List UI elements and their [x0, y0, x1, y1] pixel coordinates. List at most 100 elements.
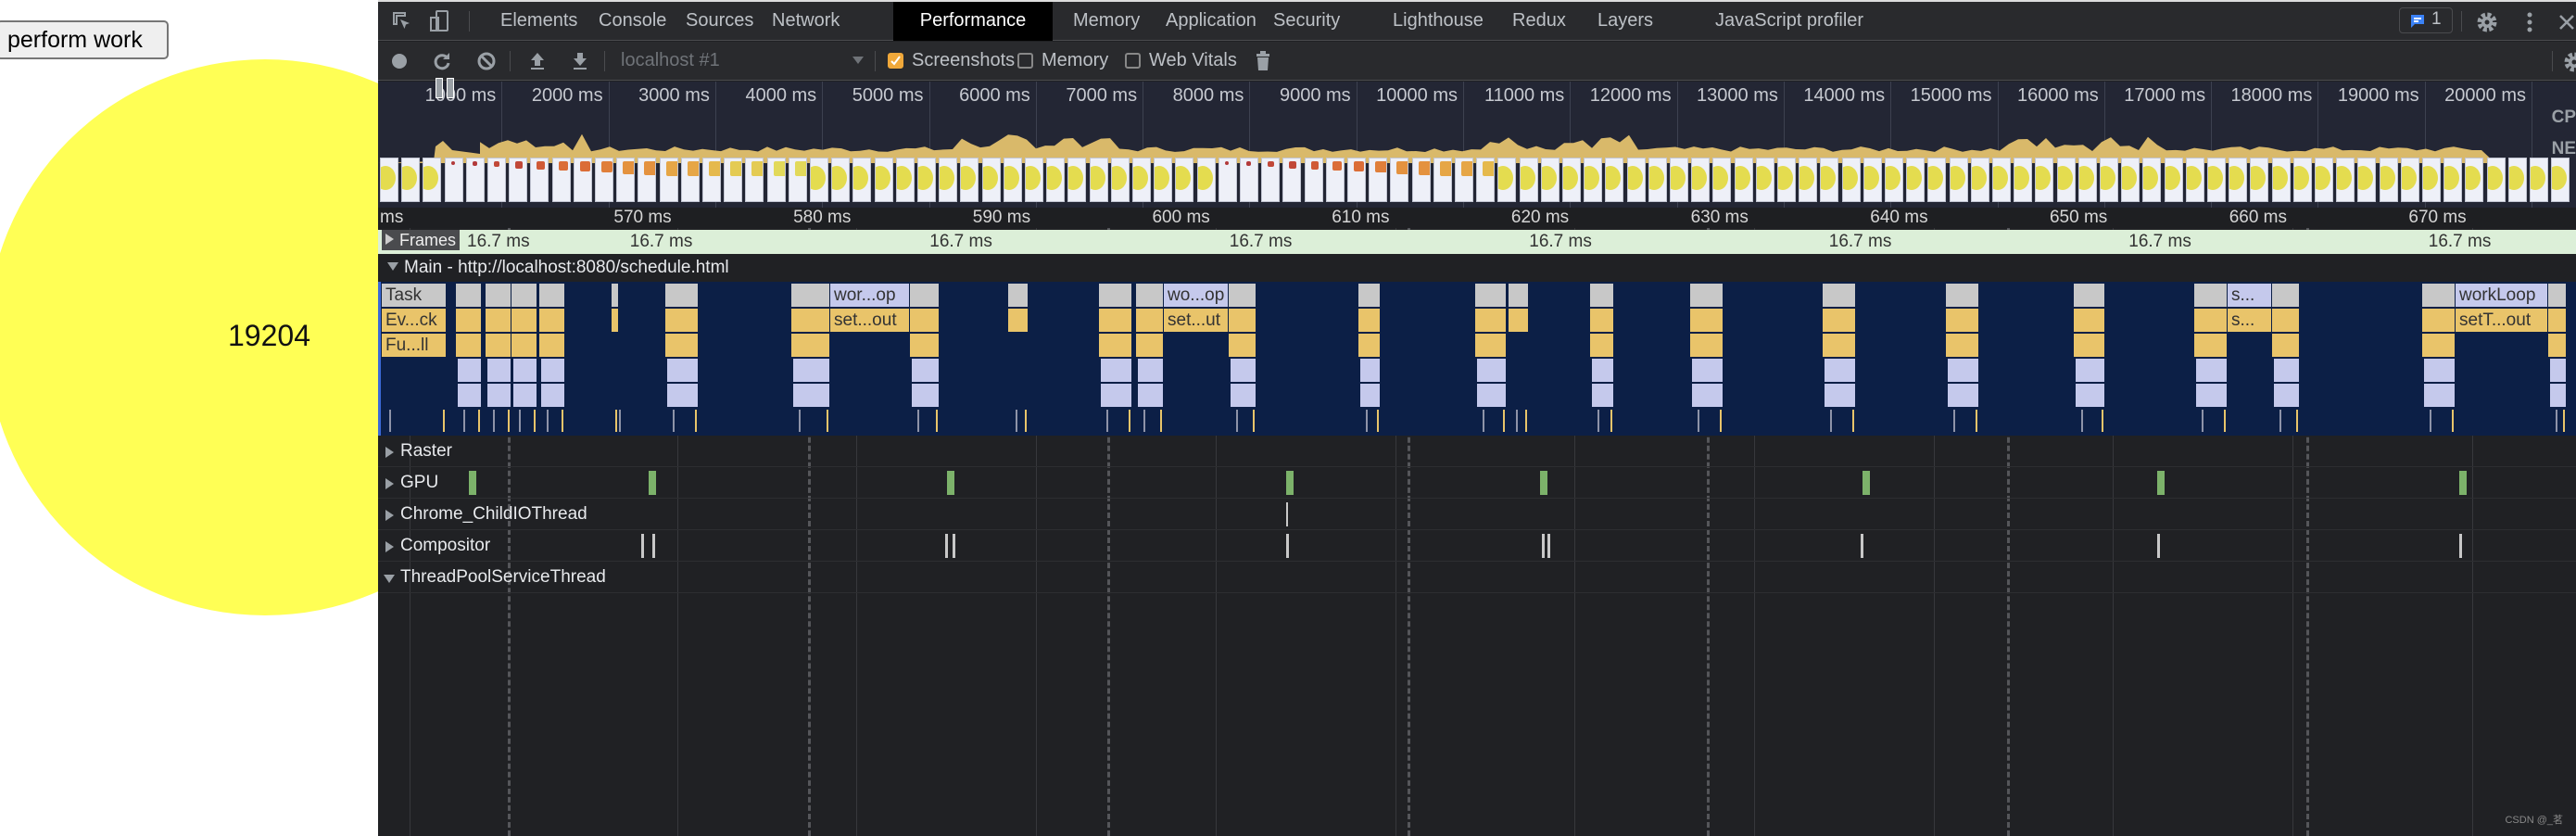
task-block[interactable]: [1358, 284, 1381, 307]
screenshot-thumbnail[interactable]: [2465, 158, 2484, 202]
gpu-task-mark[interactable]: [1540, 471, 1547, 495]
task-block[interactable]: [2548, 284, 2567, 307]
screenshot-thumbnail[interactable]: [1046, 158, 1066, 202]
screenshot-thumbnail[interactable]: [1906, 158, 1926, 202]
screenshot-thumbnail[interactable]: [2336, 158, 2355, 202]
screenshot-thumbnail[interactable]: [1562, 158, 1581, 202]
event-block[interactable]: [2074, 309, 2105, 332]
callee-block[interactable]: [1231, 359, 1256, 382]
screenshot-thumbnail[interactable]: [1605, 158, 1624, 202]
task-block[interactable]: [1229, 284, 1256, 307]
function-call-block[interactable]: [1229, 334, 1256, 357]
screenshot-thumbnail[interactable]: [1175, 158, 1194, 202]
screenshot-thumbnail[interactable]: [852, 158, 872, 202]
thread-track-compositor[interactable]: Compositor: [378, 530, 2576, 562]
function-call-block[interactable]: Fu...ll: [382, 334, 447, 357]
screenshot-thumbnail[interactable]: [874, 158, 893, 202]
function-call-block[interactable]: [665, 334, 699, 357]
record-icon[interactable]: [391, 53, 408, 70]
function-call-block[interactable]: [2194, 334, 2228, 357]
screenshot-thumbnail[interactable]: [1240, 158, 1258, 202]
task-block[interactable]: [1590, 284, 1614, 307]
callee-block[interactable]: [667, 359, 699, 382]
function-call-block[interactable]: [511, 334, 537, 357]
task-block[interactable]: [2194, 284, 2228, 307]
event-block[interactable]: [1099, 309, 1132, 332]
task-block[interactable]: [910, 284, 940, 307]
reload-record-icon[interactable]: [432, 51, 452, 71]
screenshot-thumbnail[interactable]: [1841, 158, 1861, 202]
screenshots-checkbox[interactable]: [888, 53, 903, 69]
close-devtools-icon[interactable]: [2557, 13, 2576, 32]
screenshot-thumbnail[interactable]: [1282, 158, 1302, 202]
screenshot-thumbnail[interactable]: [1003, 158, 1022, 202]
clear-icon[interactable]: [476, 51, 497, 71]
callee-block[interactable]: [1101, 384, 1132, 407]
tab-network[interactable]: Network: [755, 2, 856, 41]
tab-layers[interactable]: Layers: [1581, 2, 1670, 41]
settimeout-block[interactable]: set...ut: [1164, 309, 1229, 332]
screenshot-thumbnail[interactable]: [465, 158, 485, 202]
event-block[interactable]: [612, 309, 619, 332]
tab-elements[interactable]: Elements: [484, 2, 594, 41]
event-block[interactable]: [2548, 309, 2567, 332]
capture-settings-gear-icon[interactable]: [2563, 51, 2576, 73]
thread-track-chrome-childiothread[interactable]: Chrome_ChildIOThread: [378, 499, 2576, 530]
workloop-block[interactable]: s...: [2228, 284, 2272, 307]
screenshot-thumbnail[interactable]: [1820, 158, 1839, 202]
screenshot-thumbnail[interactable]: [2379, 158, 2398, 202]
screenshot-thumbnail[interactable]: [2207, 158, 2226, 202]
function-call-block[interactable]: [2548, 334, 2567, 357]
compositor-task-mark[interactable]: [1547, 534, 1550, 558]
screenshot-thumbnail[interactable]: [659, 158, 678, 202]
task-block[interactable]: [1509, 284, 1529, 307]
callee-block[interactable]: [1692, 384, 1724, 407]
callee-block[interactable]: [1692, 359, 1724, 382]
screenshot-thumbnail[interactable]: [2400, 158, 2419, 202]
screenshot-thumbnail[interactable]: [573, 158, 592, 202]
gpu-task-mark[interactable]: [649, 471, 656, 495]
callee-block[interactable]: [912, 359, 940, 382]
screenshot-thumbnail[interactable]: [1734, 158, 1753, 202]
callee-block[interactable]: [2196, 359, 2228, 382]
event-block[interactable]: [1823, 309, 1856, 332]
target-select[interactable]: localhost #1: [621, 42, 864, 79]
tab-redux[interactable]: Redux: [1496, 2, 1583, 41]
callee-block[interactable]: [793, 384, 830, 407]
screenshot-thumbnail[interactable]: [380, 158, 398, 202]
screenshot-thumbnail[interactable]: [1670, 158, 1688, 202]
screenshot-thumbnail[interactable]: [1799, 158, 1818, 202]
event-block[interactable]: [2194, 309, 2228, 332]
screenshot-thumbnail[interactable]: [1218, 158, 1237, 202]
save-profile-icon[interactable]: [571, 51, 589, 71]
task-block[interactable]: [665, 284, 699, 307]
gpu-task-mark[interactable]: [1863, 471, 1870, 495]
screenshot-thumbnail[interactable]: [831, 158, 851, 202]
callee-block[interactable]: [1231, 384, 1256, 407]
screenshot-thumbnail[interactable]: [810, 158, 828, 202]
function-call-block[interactable]: [1136, 334, 1164, 357]
function-call-block[interactable]: [2074, 334, 2105, 357]
screenshot-thumbnail[interactable]: [1347, 158, 1366, 202]
expand-triangle-icon[interactable]: [385, 447, 394, 458]
screenshot-thumbnail[interactable]: [1411, 158, 1431, 202]
screenshot-thumbnail[interactable]: [2486, 158, 2506, 202]
tab-performance[interactable]: Performance: [893, 2, 1053, 41]
screenshot-thumbnail[interactable]: [1777, 158, 1796, 202]
workloop-block[interactable]: wor...op: [830, 284, 910, 307]
callee-block[interactable]: [1477, 359, 1507, 382]
screenshot-thumbnail[interactable]: [1927, 158, 1947, 202]
screenshot-thumbnail[interactable]: [1110, 158, 1130, 202]
screenshot-thumbnail[interactable]: [1089, 158, 1108, 202]
screenshot-thumbnail[interactable]: [2121, 158, 2140, 202]
event-block[interactable]: [1475, 309, 1507, 332]
function-call-block[interactable]: [2422, 334, 2456, 357]
screenshot-thumbnail[interactable]: [1691, 158, 1711, 202]
thread-track-raster[interactable]: Raster: [378, 436, 2576, 467]
screenshot-thumbnail[interactable]: [766, 158, 786, 202]
screenshot-thumbnail[interactable]: [2551, 158, 2570, 202]
function-call-block[interactable]: [910, 334, 940, 357]
screenshot-thumbnail[interactable]: [895, 158, 915, 202]
screenshot-thumbnail[interactable]: [1196, 158, 1216, 202]
screenshot-thumbnail[interactable]: [2507, 158, 2527, 202]
